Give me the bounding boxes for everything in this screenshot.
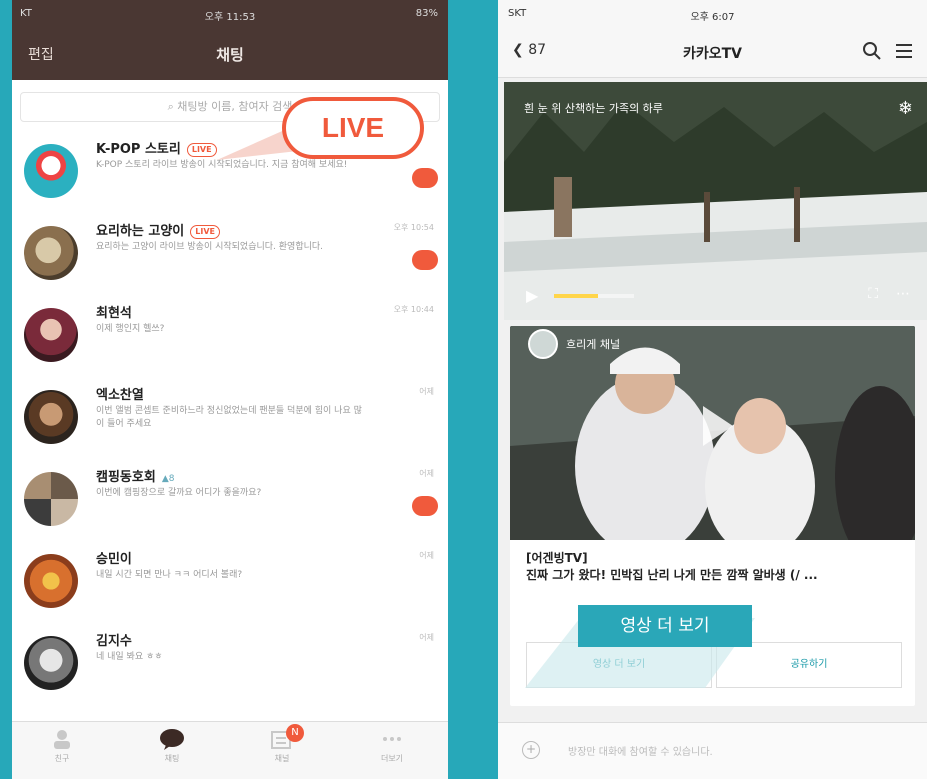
chat-time: 어제 (419, 633, 434, 642)
page-title: 채팅 (216, 46, 244, 64)
group-avatar (24, 472, 78, 526)
food-avatar (24, 554, 78, 608)
more-options-icon[interactable]: ⋯ (896, 286, 910, 302)
chat-time: 어제 (419, 469, 434, 478)
input-placeholder: 방장만 대화에 참여할 수 있습니다. (568, 747, 713, 758)
video-thumbnail[interactable]: 흐리게 채널 (510, 326, 915, 540)
chat-preview: 요리하는 고양이 라이브 방송이 시작되었습니다. 환영합니다. (96, 242, 324, 252)
chat-row-camping[interactable]: 캠핑동호회 ▲8 이번에 캠핑장으로 갈까요 어디가 좋을까요? 어제 (12, 456, 448, 538)
chat-preview: 이번에 캠핑장으로 갈까요 어디가 좋을까요? (96, 488, 262, 498)
chat-time: 어제 (419, 387, 434, 396)
tab-friends[interactable]: 친구 (32, 728, 92, 764)
chat-preview: K-POP 스토리 라이브 방송이 시작되었습니다. 지금 참여해 보세요! (96, 160, 348, 170)
person-icon (54, 730, 70, 749)
chat-row-exo[interactable]: 엑소찬열 이번 앨범 콘셉트 준비하느라 정신없었는데 팬분들 덕분에 힘이 나… (12, 374, 448, 456)
person-avatar (24, 308, 78, 362)
chat-time: 어제 (419, 551, 434, 560)
chat-name: 엑소찬열 (96, 388, 144, 403)
tab-more[interactable]: 더보기 (362, 728, 422, 764)
chat-name: 캠핑동호회 ▲8 (96, 470, 175, 485)
chat-name: 최현석 (96, 306, 132, 321)
video-frame (504, 82, 927, 320)
more-videos-button[interactable]: 영상 더 보기 (526, 642, 712, 688)
snowflake-icon: ❄ (897, 98, 913, 119)
chat-time: 오후 10:44 (393, 305, 434, 314)
video-title: 흰 눈 위 산책하는 가족의 하루 (524, 102, 663, 115)
battery-label: 83% (415, 8, 438, 19)
chat-input-bar: + 방장만 대화에 참여할 수 있습니다. (498, 722, 927, 779)
chat-list-screen: KT 오후 11:53 83% 편집 채팅 ⌕ 채팅방 이름, 참여자 검색 K… (12, 0, 448, 779)
more-videos-callout: 영상 더 보기 (578, 605, 752, 647)
chat-name: 김지수 (96, 634, 132, 649)
fullscreen-icon[interactable]: ⛶ (868, 286, 878, 302)
chat-row-choi[interactable]: 최현석 이제 행인지 헬쓰? 오후 10:44 (12, 292, 448, 374)
unread-badge (412, 250, 438, 270)
live-badge: LIVE (186, 142, 217, 157)
new-badge: N (286, 724, 304, 742)
live-badge: LIVE (190, 224, 220, 239)
chat-name: K-POP 스토리 LIVE (96, 138, 217, 157)
status-bar: SKT 오후 6:07 (498, 0, 927, 26)
chat-preview: 이번 앨범 콘셉트 준비하느라 정신없었는데 팬분들 덕분에 힘이 나요 많이 … (96, 406, 362, 429)
progress-fill (554, 294, 598, 298)
title-prefix: [어겐빙TV] (526, 551, 588, 565)
channel-avatar (528, 329, 558, 359)
status-time: 오후 6:07 (690, 12, 735, 23)
tab-label: 채널 (274, 754, 290, 763)
video-card: 흐리게 채널 [어겐빙TV] 진짜 그가 왔다! 민박집 난리 나게 만든 깜짝… (510, 326, 915, 706)
plus-icon[interactable]: + (522, 741, 540, 759)
kakaotv-screen: SKT 오후 6:07 ❮ 87 카카오TV 흰 눈 위 산책하는 가족의 하루… (498, 0, 927, 779)
unread-badge (412, 496, 438, 516)
member-count: ▲8 (161, 474, 175, 484)
search-placeholder: 채팅방 이름, 참여자 검색 (177, 100, 293, 113)
tab-label: 채팅 (164, 754, 180, 763)
title-text: 진짜 그가 왔다! 민박집 난리 나게 만든 깜짝 알바생 (/ ... (526, 568, 818, 582)
progress-track[interactable] (554, 294, 634, 298)
search-icon[interactable] (861, 40, 883, 62)
search-icon: ⌕ (167, 100, 178, 113)
video-player[interactable]: 흰 눈 위 산책하는 가족의 하루 ❄ ▶ ⛶ ⋯ (504, 82, 927, 320)
chat-row-seungmin[interactable]: 승민이 내일 시간 되면 만나 ㅋㅋ 어디서 볼래? 어제 (12, 538, 448, 620)
channel-name: 흐리게 채널 (566, 338, 621, 351)
tab-chats[interactable]: 채팅 (142, 728, 202, 764)
chat-row-cooking-cat[interactable]: 요리하는 고양이 LIVE 요리하는 고양이 라이브 방송이 시작되었습니다. 환… (12, 210, 448, 292)
person-avatar (24, 636, 78, 690)
nav-bar: ❮ 87 카카오TV (498, 26, 927, 78)
tab-label: 더보기 (380, 754, 404, 763)
play-icon[interactable]: ▶ (526, 286, 538, 305)
video-controls: ▶ ⛶ ⋯ (526, 286, 916, 306)
chat-row-kimjisu[interactable]: 김지수 네 내일 봐요 ㅎㅎ 어제 (12, 620, 448, 702)
status-bar: KT 오후 11:53 83% (12, 0, 448, 26)
chat-name: 요리하는 고양이 LIVE (96, 220, 220, 239)
tab-label: 친구 (54, 754, 70, 763)
unread-badge (412, 168, 438, 188)
santa-avatar (24, 144, 78, 198)
bottom-tab-bar: 친구 채팅 채널 N 더보기 (12, 721, 448, 779)
chat-preview: 내일 시간 되면 만나 ㅋㅋ 어디서 볼래? (96, 570, 243, 580)
video-card-title: [어겐빙TV] 진짜 그가 왔다! 민박집 난리 나게 만든 깜짝 알바생 (/… (526, 550, 911, 584)
person-avatar (24, 390, 78, 444)
chat-list-header: KT 오후 11:53 83% 편집 채팅 (12, 0, 448, 80)
status-time: 오후 11:53 (204, 12, 256, 23)
menu-icon[interactable] (893, 40, 915, 62)
cat-avatar (24, 226, 78, 280)
chat-name: 승민이 (96, 552, 132, 567)
share-button[interactable]: 공유하기 (716, 642, 902, 688)
chat-time: 오후 10:54 (393, 223, 434, 232)
thumbnail-image (510, 326, 915, 540)
chat-preview: 네 내일 봐요 ㅎㅎ (96, 652, 163, 662)
tab-channel[interactable]: 채널 N (252, 724, 312, 764)
chat-preview: 이제 행인지 헬쓰? (96, 324, 165, 334)
more-icon (383, 737, 401, 741)
chat-bubble-icon (160, 729, 184, 750)
live-callout: LIVE (282, 97, 424, 159)
